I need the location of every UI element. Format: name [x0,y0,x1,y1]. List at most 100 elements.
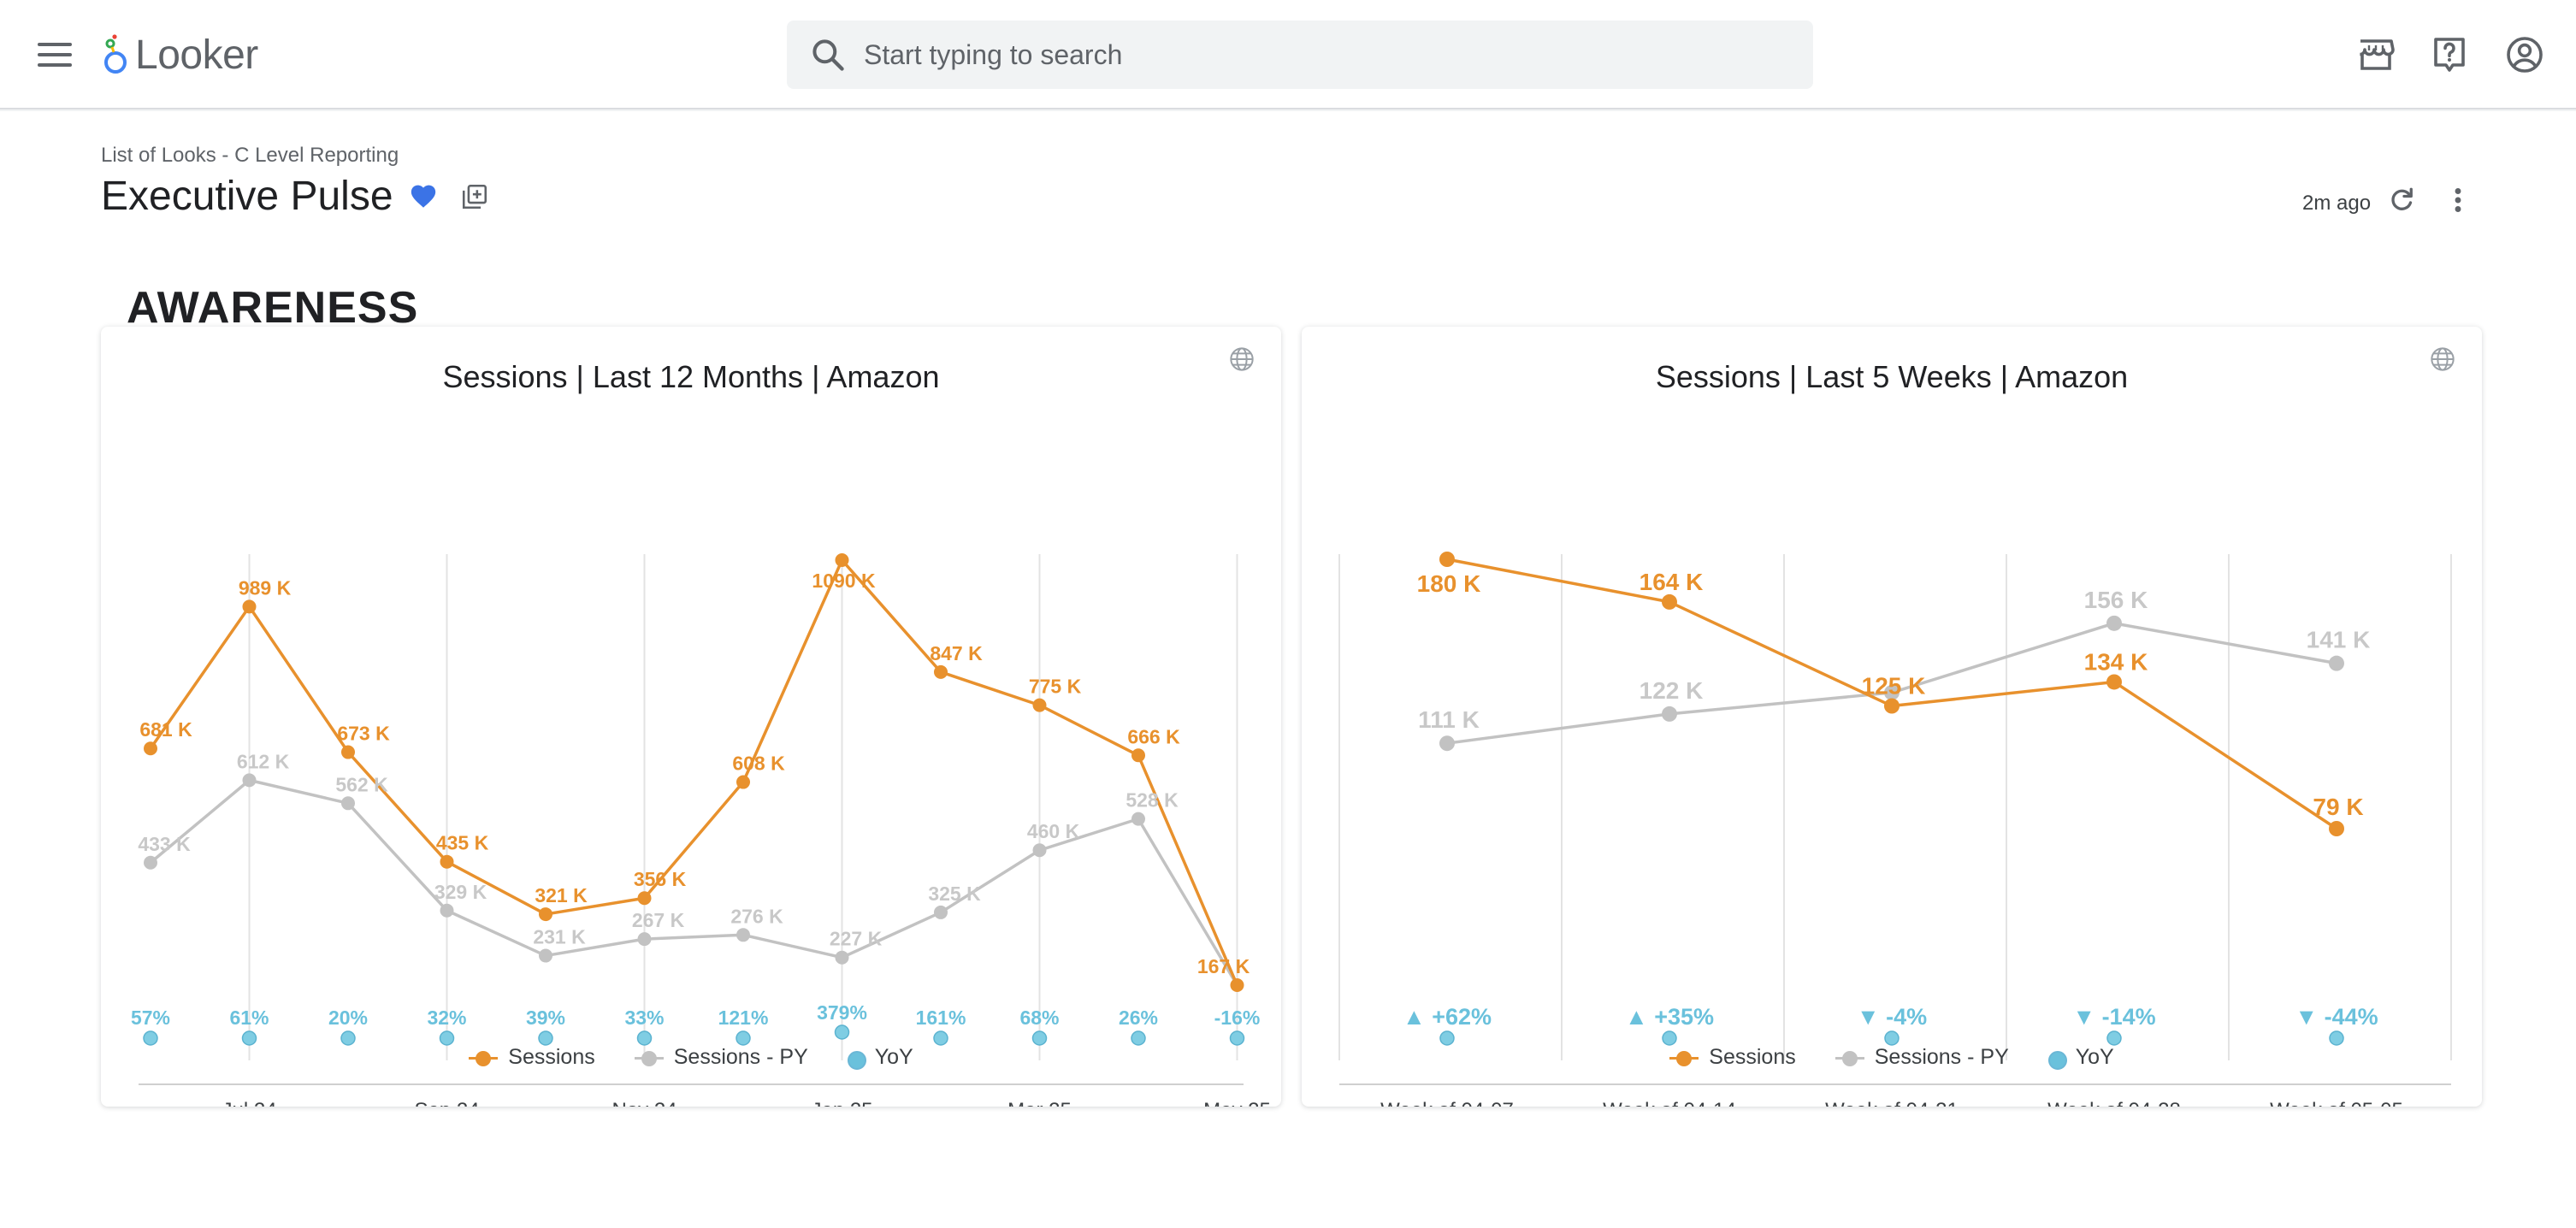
x-tick-label: Mar 25 [1007,1099,1072,1107]
sessions-py-point [2106,615,2122,631]
legend-item-yoy[interactable]: YoY [847,1045,913,1070]
line-chart-5-weeks: Week of 04-07 Week of 04-14 Week of 04-21 W… [1338,552,2452,1107]
chart-tile-5-weeks[interactable]: Sessions | Last 5 Weeks | Amazon Week of… [1302,327,2482,1107]
x-tick-label: May 25 [1203,1099,1271,1107]
yoy-point [2106,1030,2122,1046]
sessions-point [934,664,948,679]
sessions-data-label: 1090 K [812,570,876,592]
sessions-data-label: 989 K [239,576,292,599]
legend-swatch-yoy [847,1049,866,1070]
section-title: AWARENESS [127,283,419,333]
hamburger-menu-icon[interactable] [38,39,72,70]
sessions-point [1032,698,1047,712]
yoy-point [1031,1030,1048,1046]
sessions-py-point [835,950,849,965]
sessions-py-data-label: 267 K [632,909,685,931]
yoy-data-label: 61% [229,1007,269,1029]
sessions-py-data-label: 528 K [1126,789,1179,812]
yoy-data-label: ▲ +62% [1403,1004,1492,1030]
sessions-data-label: 435 K [436,832,489,854]
x-tick-label: Week of 04-14 [1603,1099,1736,1107]
x-tick-label: Week of 04-28 [2047,1099,2181,1107]
heart-icon[interactable] [409,182,438,211]
sessions-data-label: 164 K [1640,569,1704,595]
sessions-data-label: 356 K [634,868,687,890]
legend-label: Sessions [1709,1045,1796,1069]
yoy-data-label: 39% [526,1007,565,1029]
yoy-data-label: 32% [427,1007,466,1029]
x-tick-label: Week of 04-21 [1825,1099,1959,1107]
search-bar[interactable] [787,21,1813,89]
sessions-py-point [934,905,948,919]
yoy-point [1662,1030,1677,1046]
yoy-data-label: ▼ -4% [1857,1004,1927,1030]
looker-logo-icon [104,34,127,74]
legend-item-sessions[interactable]: Sessions [1669,1045,1796,1070]
legend-label: Sessions - PY [1874,1045,2009,1069]
yoy-data-label: 121% [718,1007,769,1029]
sessions-py-point [637,932,652,947]
yoy-point [1229,1030,1245,1046]
yoy-point [143,1030,158,1046]
sessions-point [341,745,355,759]
sessions-py-data-label: 329 K [434,881,487,903]
x-tick-label: Nov 24 [612,1099,676,1107]
yoy-point [1439,1030,1455,1046]
sessions-py-point [1662,706,1677,722]
x-tick-label: Week of 04-07 [1380,1099,1514,1107]
yoy-point [2329,1030,2344,1046]
sessions-point [1662,593,1677,610]
yoy-point [241,1030,257,1046]
yoy-point [1884,1030,1900,1046]
yoy-data-label: -16% [1214,1007,1261,1029]
sessions-point [736,775,750,789]
chart-tile-12-months[interactable]: Sessions | Last 12 Months | Amazon Jul 2… [101,327,1281,1107]
looker-logo[interactable]: Looker [103,29,258,80]
search-input[interactable] [864,38,1770,71]
sessions-py-line [149,778,1239,986]
sessions-py-point [242,773,257,788]
breadcrumb[interactable]: List of Looks - C Level Reporting [101,144,399,168]
x-tick-label: Jan 25 [811,1099,872,1107]
help-icon[interactable] [2429,34,2470,75]
add-to-board-icon[interactable] [460,182,489,211]
yoy-data-label: 379% [817,1001,867,1024]
marketplace-store-icon[interactable] [2355,34,2396,75]
sessions-point [1131,748,1145,763]
sessions-py-data-label: 276 K [730,905,783,927]
line-chart-12-months: Jul 24 Sep 24 Nov 24 Jan 25 Mar 25 May 25 433 … [131,553,1271,1107]
sessions-py-data-label: 460 K [1027,820,1080,842]
legend-swatch-sessions-py [634,1049,664,1066]
sessions-data-label: 681 K [139,718,192,741]
legend-item-sessions-py[interactable]: Sessions - PY [1835,1045,2009,1070]
sessions-py-data-label: 231 K [533,926,586,948]
sessions-py-data-label: 227 K [830,928,883,950]
yoy-point [933,1030,948,1046]
sessions-point [242,599,257,614]
sessions-py-point [341,796,355,811]
yoy-point [538,1030,553,1046]
yoy-data-label: ▼ -44% [2295,1004,2378,1030]
yoy-point [834,1024,850,1040]
yoy-data-label: ▼ -14% [2072,1004,2155,1030]
yoy-point [340,1030,356,1046]
legend-item-yoy[interactable]: YoY [2047,1045,2114,1070]
refresh-icon[interactable] [2386,185,2417,215]
legend-item-sessions-py[interactable]: Sessions - PY [634,1045,808,1070]
sessions-data-label: 180 K [1417,570,1481,597]
legend-item-sessions[interactable]: Sessions [469,1045,595,1070]
yoy-point [439,1030,455,1046]
more-vert-icon[interactable] [2448,185,2468,215]
sessions-py-data-label: 156 K [2084,587,2148,613]
sessions-py-data-label: 111 K [1418,706,1480,733]
sessions-py-data-label: 141 K [2307,627,2371,653]
yoy-data-label: 57% [131,1007,170,1029]
sessions-point [637,891,652,906]
account-circle-icon[interactable] [2504,34,2545,75]
yoy-data-label: 68% [1019,1007,1059,1029]
sessions-py-point [736,928,750,942]
sessions-py-data-label: 562 K [335,773,388,795]
legend-label: Sessions [508,1045,595,1069]
sessions-py-point [1032,843,1047,858]
legend-label: YoY [874,1045,913,1069]
